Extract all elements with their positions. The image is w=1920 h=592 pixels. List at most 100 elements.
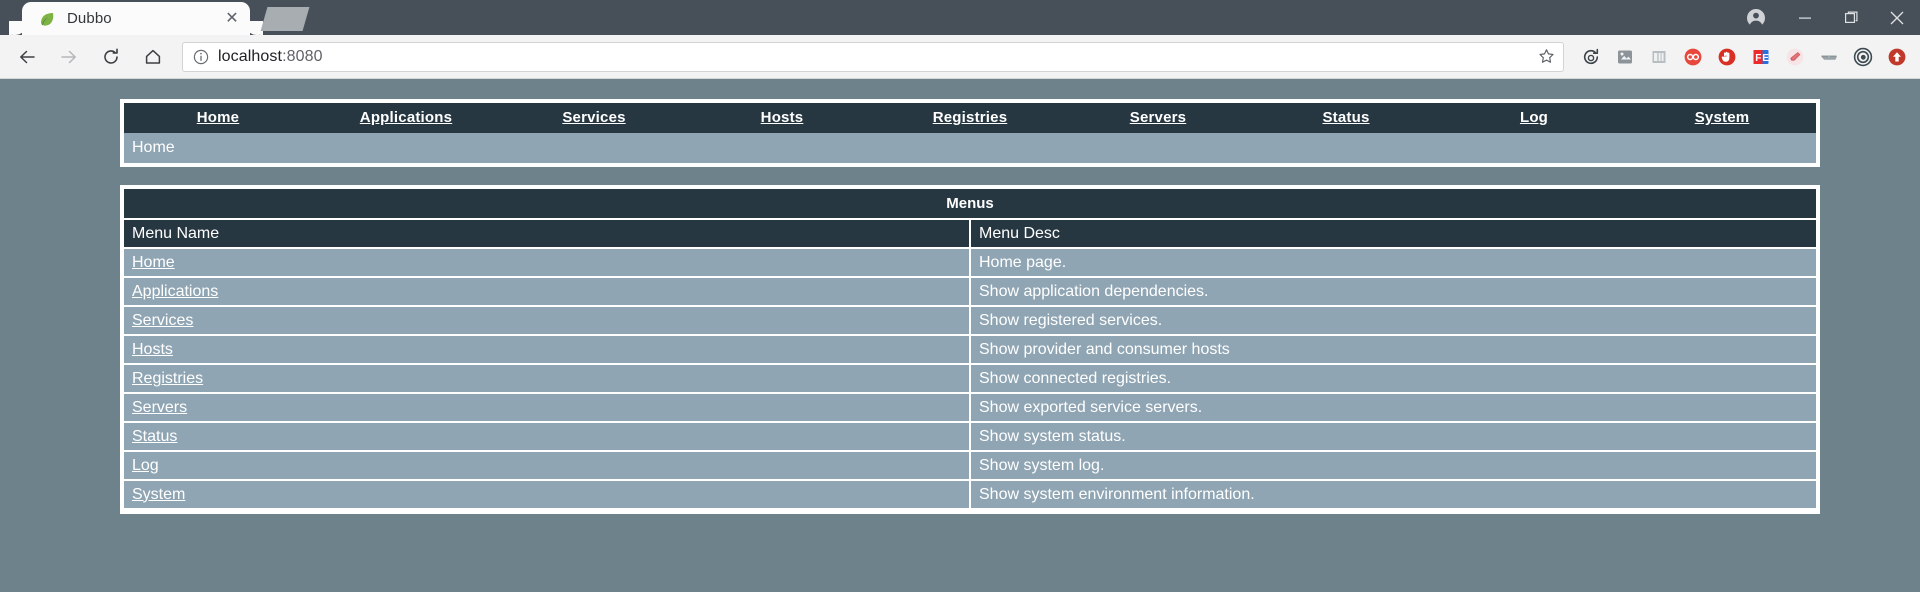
window-controls [1730, 0, 1920, 35]
browser-titlebar: Dubbo ✕ [0, 0, 1920, 35]
table-row: System Show system environment informati… [124, 480, 1816, 510]
stop-hand-icon[interactable] [1710, 40, 1744, 74]
table-caption: Menus [124, 189, 1816, 220]
nav-cell-applications[interactable]: Applications [312, 103, 500, 133]
cell-menu-name[interactable]: Applications [124, 277, 971, 307]
url-port: :8080 [282, 47, 323, 65]
cell-menu-desc: Show system status. [970, 422, 1816, 452]
table-row: Services Show registered services. [124, 306, 1816, 336]
nav-link-home[interactable]: Home [197, 109, 239, 126]
nav-panel: Home Applications Services Hosts Registr… [120, 99, 1820, 167]
spiral-icon[interactable] [1846, 40, 1880, 74]
address-bar[interactable]: localhost:8080 [182, 41, 1564, 72]
nav-link-status[interactable]: Status [1322, 109, 1369, 126]
url-host: localhost [218, 47, 283, 65]
forward-arrow-icon [51, 39, 87, 75]
nav-link-hosts[interactable]: Hosts [761, 109, 804, 126]
infinity-icon[interactable] [1676, 40, 1710, 74]
cell-menu-desc: Show registered services. [970, 306, 1816, 336]
column-layout-icon[interactable] [1642, 40, 1676, 74]
cell-menu-desc: Show provider and consumer hosts [970, 335, 1816, 365]
nav-cell-home[interactable]: Home [124, 103, 312, 133]
svg-text:E: E [1762, 53, 1769, 64]
header-menu-name: Menu Name [124, 219, 971, 249]
page-content: Home Applications Services Hosts Registr… [0, 79, 1920, 592]
nav-link-registries[interactable]: Registries [933, 109, 1008, 126]
url-text: localhost:8080 [218, 48, 1532, 66]
page-info-icon[interactable] [193, 49, 209, 65]
cell-menu-name[interactable]: Hosts [124, 335, 971, 365]
glasses-icon[interactable] [1812, 40, 1846, 74]
nav-cell-system[interactable]: System [1628, 103, 1816, 133]
minimize-icon[interactable] [1782, 0, 1828, 35]
nav-cell-registries[interactable]: Registries [876, 103, 1064, 133]
back-arrow-icon[interactable] [9, 39, 45, 75]
close-icon[interactable]: ✕ [222, 9, 242, 29]
breadcrumb-text: Home [124, 133, 1816, 163]
menu-link-applications[interactable]: Applications [132, 283, 218, 300]
nav-link-applications[interactable]: Applications [360, 109, 452, 126]
history-sync-icon[interactable] [1574, 40, 1608, 74]
menu-link-status[interactable]: Status [132, 428, 177, 445]
table-row: Applications Show application dependenci… [124, 277, 1816, 307]
cell-menu-name[interactable]: Status [124, 422, 971, 452]
cell-menu-name[interactable]: Log [124, 451, 971, 481]
screenshot-icon[interactable] [1608, 40, 1642, 74]
menu-link-servers[interactable]: Servers [132, 399, 187, 416]
svg-text:F: F [1755, 53, 1761, 64]
table-row: Registries Show connected registries. [124, 364, 1816, 394]
table-header-row: Menu Name Menu Desc [124, 219, 1816, 249]
browser-toolbar: localhost:8080 F E [0, 35, 1920, 79]
menu-link-home[interactable]: Home [132, 254, 175, 271]
home-icon[interactable] [135, 39, 171, 75]
browser-tab-dubbo[interactable]: Dubbo ✕ [9, 2, 263, 35]
breadcrumb: Home [124, 133, 1816, 163]
leaf-favicon [38, 10, 56, 28]
cell-menu-desc: Home page. [970, 248, 1816, 278]
nav-link-system[interactable]: System [1695, 109, 1750, 126]
eraser-icon[interactable] [1778, 40, 1812, 74]
nav-cell-log[interactable]: Log [1440, 103, 1628, 133]
nav-cell-hosts[interactable]: Hosts [688, 103, 876, 133]
menu-link-registries[interactable]: Registries [132, 370, 203, 387]
nav-cell-status[interactable]: Status [1252, 103, 1440, 133]
cell-menu-name[interactable]: Registries [124, 364, 971, 394]
table-row: Home Home page. [124, 248, 1816, 278]
cell-menu-desc: Show system log. [970, 451, 1816, 481]
nav-table: Home Applications Services Hosts Registr… [124, 103, 1816, 163]
nav-cell-services[interactable]: Services [500, 103, 688, 133]
table-row: Status Show system status. [124, 422, 1816, 452]
cell-menu-name[interactable]: Servers [124, 393, 971, 423]
star-icon[interactable] [1538, 48, 1555, 65]
profile-avatar-icon[interactable] [1730, 0, 1782, 35]
menu-link-services[interactable]: Services [132, 312, 193, 329]
menus-table: Menus Menu Name Menu Desc Home Home page… [124, 189, 1816, 510]
cell-menu-desc: Show system environment information. [970, 480, 1816, 510]
nav-cell-servers[interactable]: Servers [1064, 103, 1252, 133]
window-close-icon[interactable] [1874, 0, 1920, 35]
cell-menu-desc: Show exported service servers. [970, 393, 1816, 423]
menus-panel: Menus Menu Name Menu Desc Home Home page… [120, 185, 1820, 514]
menu-link-log[interactable]: Log [132, 457, 159, 474]
new-tab-shape[interactable] [260, 7, 310, 31]
cell-menu-name[interactable]: Services [124, 306, 971, 336]
fe-translate-icon[interactable]: F E [1744, 40, 1778, 74]
cell-menu-name[interactable]: System [124, 480, 971, 510]
nav-link-servers[interactable]: Servers [1130, 109, 1186, 126]
nav-link-log[interactable]: Log [1520, 109, 1548, 126]
table-row: Log Show system log. [124, 451, 1816, 481]
nav-link-services[interactable]: Services [562, 109, 625, 126]
menu-link-hosts[interactable]: Hosts [132, 341, 173, 358]
cell-menu-desc: Show application dependencies. [970, 277, 1816, 307]
menu-link-system[interactable]: System [132, 486, 185, 503]
upload-arrow-icon[interactable] [1880, 40, 1914, 74]
table-row: Servers Show exported service servers. [124, 393, 1816, 423]
extension-bar: F E [1574, 40, 1914, 74]
tab-strip: Dubbo ✕ [0, 2, 310, 35]
main-nav-row: Home Applications Services Hosts Registr… [124, 103, 1816, 133]
table-row: Hosts Show provider and consumer hosts [124, 335, 1816, 365]
maximize-icon[interactable] [1828, 0, 1874, 35]
cell-menu-name[interactable]: Home [124, 248, 971, 278]
reload-icon[interactable] [93, 39, 129, 75]
table-caption-row: Menus [124, 189, 1816, 220]
